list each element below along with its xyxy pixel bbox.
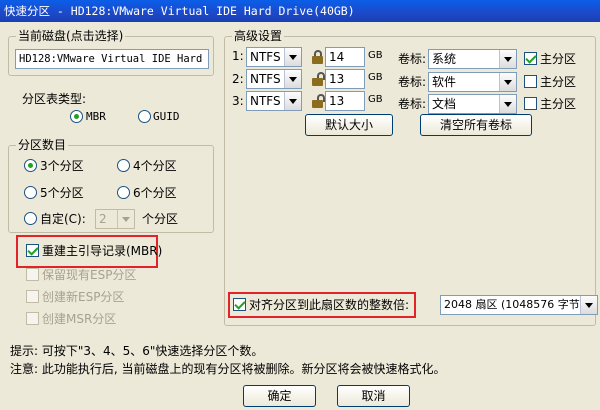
guid-radio-label[interactable]: GUID — [153, 110, 180, 124]
row2-volume-value: 软件 — [432, 75, 457, 89]
row2-fs-dropdown-icon[interactable] — [284, 70, 301, 88]
custom-count-dropdown-icon — [117, 210, 134, 228]
row3-size-input[interactable]: 13 — [325, 91, 365, 111]
row2-fs-combo[interactable]: NTFS — [246, 69, 302, 89]
guid-radio[interactable] — [138, 110, 151, 123]
mbr-radio[interactable] — [70, 110, 83, 123]
default-size-button[interactable]: 默认大小 — [305, 114, 393, 136]
partition-count-legend: 分区数目 — [16, 138, 69, 152]
row1-primary-checkbox[interactable] — [524, 52, 537, 65]
radio-5-partitions[interactable] — [24, 186, 37, 199]
row1-volume-value: 系统 — [432, 52, 457, 66]
radio-4-partitions-label[interactable]: 4个分区 — [133, 159, 177, 173]
row3-volume-value: 文档 — [432, 97, 457, 111]
align-sectors-dropdown-icon[interactable] — [580, 296, 597, 314]
row2-size-input[interactable]: 13 — [325, 69, 365, 89]
row2-volume-combo[interactable]: 软件 — [428, 72, 517, 92]
row1-volume-dropdown-icon[interactable] — [499, 50, 516, 68]
title-bar: 快速分区 - HD128:VMware Virtual IDE Hard Dri… — [0, 0, 600, 22]
custom-count-combo: 2 — [95, 209, 135, 229]
tip-text: 提示: 可按下"3、4、5、6"快速选择分区个数。 — [10, 344, 264, 358]
row2-primary-checkbox[interactable] — [524, 75, 537, 88]
row3-primary-label[interactable]: 主分区 — [540, 97, 576, 111]
radio-custom-label[interactable]: 自定(C): — [40, 212, 86, 226]
rebuild-mbr-label[interactable]: 重建主引导记录(MBR) — [42, 244, 162, 258]
radio-3-partitions[interactable] — [24, 159, 37, 172]
row2-unlock-icon[interactable] — [312, 72, 325, 86]
row1-volume-label: 卷标: — [398, 52, 427, 66]
row3-volume-dropdown-icon[interactable] — [499, 95, 516, 113]
disk-group: 当前磁盘(点击选择) HD128:VMware Virtual IDE Hard… — [8, 29, 214, 76]
row2-number: 2: — [232, 72, 244, 86]
create-msr-checkbox — [26, 312, 39, 325]
create-msr-label: 创建MSR分区 — [42, 312, 117, 326]
row2-volume-dropdown-icon[interactable] — [499, 73, 516, 91]
radio-6-partitions-label[interactable]: 6个分区 — [133, 186, 177, 200]
align-sectors-value: 2048 扇区 (1048576 字节) — [444, 298, 585, 311]
radio-6-partitions[interactable] — [117, 186, 130, 199]
clear-labels-button[interactable]: 清空所有卷标 — [420, 114, 532, 136]
radio-4-partitions[interactable] — [117, 159, 130, 172]
row3-primary-checkbox[interactable] — [524, 97, 537, 110]
row1-size-input[interactable]: 14 — [325, 47, 365, 67]
row3-unit: GB — [368, 94, 383, 105]
row1-number: 1: — [232, 49, 244, 63]
rebuild-mbr-checkbox[interactable] — [26, 244, 39, 257]
create-esp-label: 创建新ESP分区 — [42, 290, 125, 304]
row3-volume-label: 卷标: — [398, 97, 427, 111]
radio-5-partitions-label[interactable]: 5个分区 — [40, 186, 84, 200]
advanced-legend: 高级设置 — [232, 29, 285, 43]
row1-unit: GB — [368, 50, 383, 61]
ok-button[interactable]: 确定 — [243, 385, 316, 407]
row3-fs-dropdown-icon[interactable] — [284, 92, 301, 110]
row3-unlock-icon[interactable] — [312, 94, 325, 108]
mbr-radio-label[interactable]: MBR — [86, 110, 106, 124]
align-label[interactable]: 对齐分区到此扇区数的整数倍: — [249, 298, 409, 312]
row1-primary-label[interactable]: 主分区 — [540, 52, 576, 66]
row1-volume-combo[interactable]: 系统 — [428, 49, 517, 69]
radio-3-partitions-label[interactable]: 3个分区 — [40, 159, 84, 173]
cancel-button[interactable]: 取消 — [337, 385, 410, 407]
row1-fs-value: NTFS — [250, 50, 281, 64]
row1-lock-icon[interactable] — [312, 50, 324, 64]
row2-fs-value: NTFS — [250, 72, 281, 86]
row2-primary-label[interactable]: 主分区 — [540, 75, 576, 89]
row3-fs-value: NTFS — [250, 94, 281, 108]
warning-text: 注意: 此功能执行后, 当前磁盘上的现有分区将被删除。新分区将会被快速格式化。 — [10, 362, 446, 376]
row3-volume-combo[interactable]: 文档 — [428, 94, 517, 114]
row1-fs-combo[interactable]: NTFS — [246, 47, 302, 67]
create-esp-checkbox — [26, 290, 39, 303]
custom-count-value: 2 — [99, 212, 107, 226]
partition-table-label: 分区表类型: — [22, 92, 87, 106]
radio-custom-partitions[interactable] — [24, 212, 37, 225]
keep-esp-label: 保留现有ESP分区 — [42, 268, 137, 282]
quick-partition-dialog: 快速分区 - HD128:VMware Virtual IDE Hard Dri… — [0, 0, 600, 410]
row2-volume-label: 卷标: — [398, 75, 427, 89]
align-checkbox[interactable] — [233, 298, 246, 311]
row3-number: 3: — [232, 94, 244, 108]
disk-select-field[interactable]: HD128:VMware Virtual IDE Hard Drive — [15, 49, 209, 69]
custom-count-suffix: 个分区 — [142, 212, 179, 226]
row1-fs-dropdown-icon[interactable] — [284, 48, 301, 66]
align-sectors-combo[interactable]: 2048 扇区 (1048576 字节) — [440, 295, 598, 315]
row3-fs-combo[interactable]: NTFS — [246, 91, 302, 111]
row2-unit: GB — [368, 72, 383, 83]
keep-esp-checkbox — [26, 268, 39, 281]
disk-group-legend: 当前磁盘(点击选择) — [16, 29, 126, 43]
